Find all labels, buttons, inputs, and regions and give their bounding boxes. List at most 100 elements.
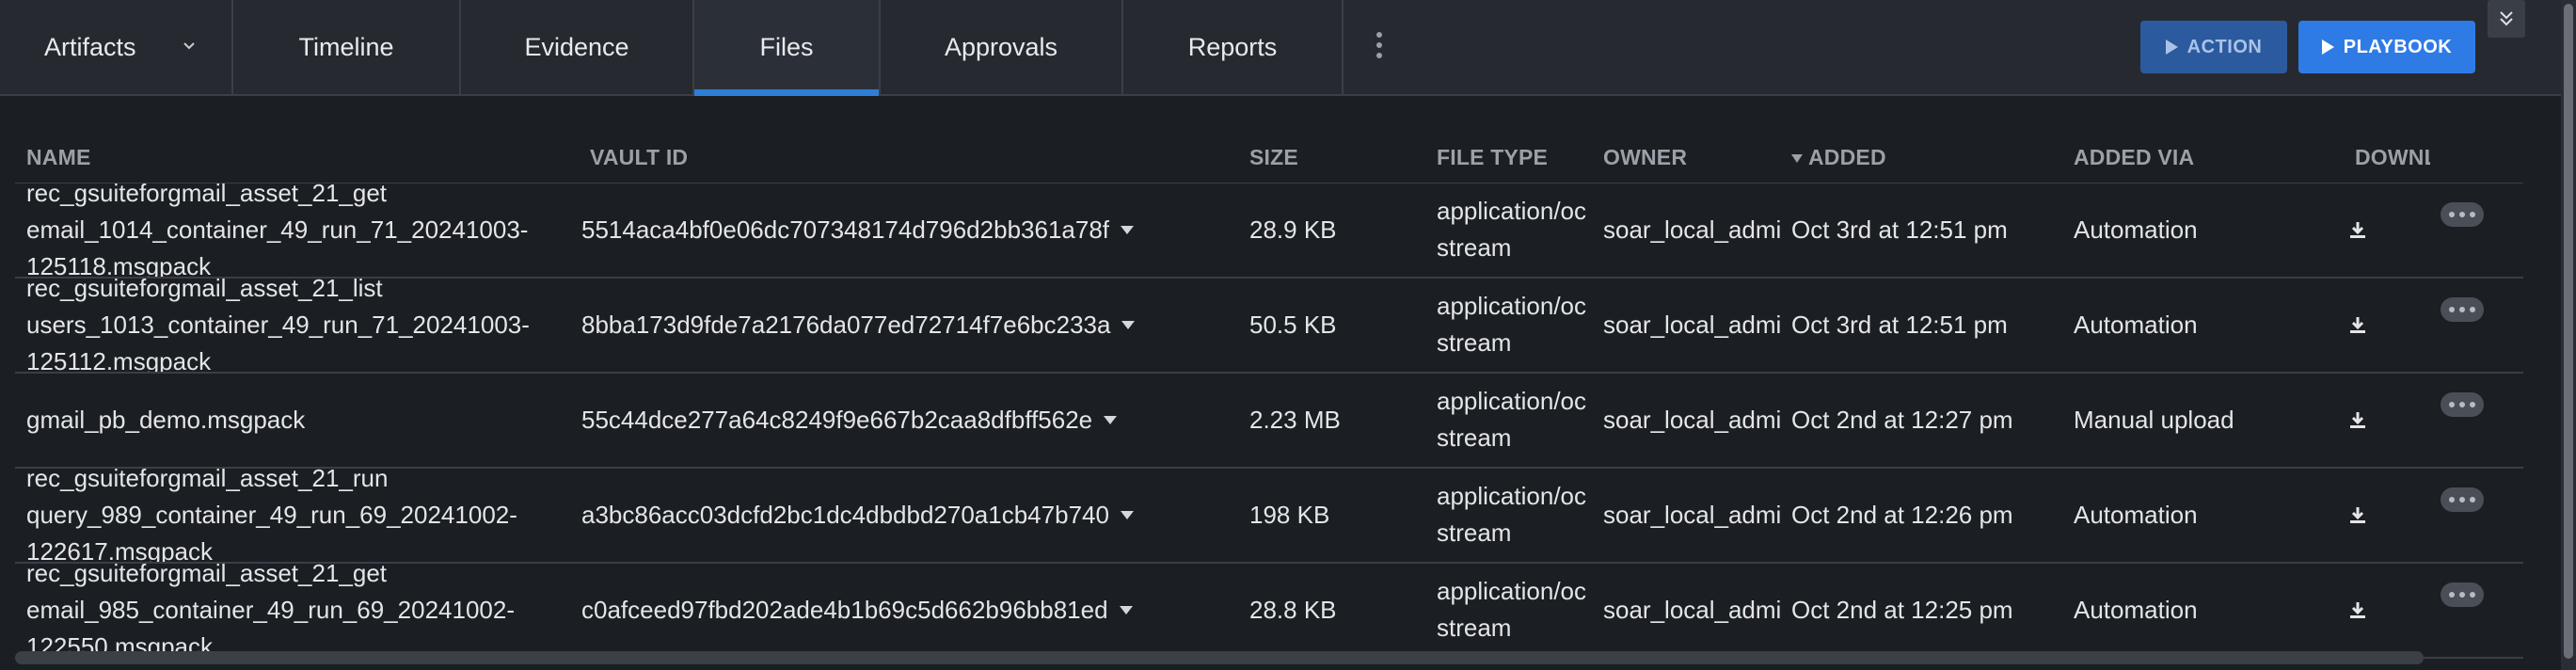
row-more-options-button[interactable] (2441, 297, 2484, 322)
caret-down-icon (1120, 511, 1134, 519)
file-added-date: Oct 3rd at 12:51 pm (1791, 215, 2008, 244)
tab-approvals-label: Approvals (944, 32, 1058, 61)
vault-id: a3bc86acc03dcfd2bc1dc4dbdbd270a1cb47b740 (581, 501, 1109, 529)
file-name-line: query_989_container_49_run_69_20241002- (26, 501, 517, 529)
row-more-options-button[interactable] (2441, 392, 2484, 417)
tab-evidence[interactable]: Evidence (461, 0, 694, 94)
sort-descending-icon (1791, 154, 1803, 164)
play-icon (2321, 40, 2334, 55)
table-row: rec_gsuiteforgmail_asset_21_list users_10… (15, 279, 2523, 374)
file-name-line: rec_gsuiteforgmail_asset_21_get (26, 564, 388, 587)
file-name-line: 125112.msgpack (26, 347, 212, 372)
file-owner: soar_local_admi (1603, 596, 1782, 624)
file-added-date: Oct 2nd at 12:25 pm (1791, 596, 2013, 624)
tab-approvals[interactable]: Approvals (881, 0, 1123, 94)
file-name-line: users_1013_container_49_run_71_20241003- (26, 311, 530, 339)
column-header-owner[interactable]: OWNER (1603, 145, 1687, 170)
table-row: rec_gsuiteforgmail_asset_21_get email_101… (15, 183, 2523, 279)
tab-evidence-label: Evidence (524, 32, 629, 61)
file-type-line: application/oc (1437, 197, 1586, 225)
files-table: NAME VAULT ID SIZE FILE TYPE OWNER ADDED… (15, 139, 2523, 659)
tab-reports[interactable]: Reports (1123, 0, 1344, 94)
file-added-date: Oct 2nd at 12:26 pm (1791, 501, 2013, 529)
file-type: application/oc stream (1437, 193, 1606, 266)
row-more-options-button[interactable] (2441, 582, 2484, 607)
file-owner: soar_local_admi (1603, 311, 1782, 339)
caret-down-icon (1121, 321, 1136, 329)
vault-id-dropdown[interactable]: 8bba173d9fde7a2176da077ed72714f7e6bc233a (581, 279, 1202, 372)
vault-id: c0afceed97fbd202ade4b1b69c5d662b96bb81ed (581, 596, 1108, 624)
file-type: application/oc stream (1437, 288, 1606, 361)
file-added-date: Oct 3rd at 12:51 pm (1791, 311, 2008, 339)
vault-id-dropdown[interactable]: c0afceed97fbd202ade4b1b69c5d662b96bb81ed (581, 564, 1202, 657)
file-size: 50.5 KB (1249, 311, 1337, 339)
vault-id-dropdown[interactable]: a3bc86acc03dcfd2bc1dc4dbdbd270a1cb47b740 (581, 469, 1202, 562)
file-type-line: stream (1437, 328, 1512, 357)
table-row: rec_gsuiteforgmail_asset_21_get email_985… (15, 564, 2523, 659)
file-size: 2.23 MB (1249, 406, 1341, 434)
download-icon[interactable] (2346, 314, 2369, 337)
file-added-date: Oct 2nd at 12:27 pm (1791, 406, 2013, 434)
file-size: 198 KB (1249, 501, 1330, 529)
tab-artifacts[interactable]: Artifacts (0, 0, 233, 94)
column-header-name[interactable]: NAME (26, 145, 91, 170)
column-header-vault-id[interactable]: VAULT ID (590, 145, 688, 170)
file-name[interactable]: rec_gsuiteforgmail_asset_21_list users_10… (26, 279, 553, 372)
file-name[interactable]: rec_gsuiteforgmail_asset_21_get email_101… (26, 183, 553, 277)
file-name-line: email_1014_container_49_run_71_20241003- (26, 215, 529, 244)
caret-down-icon (1119, 606, 1133, 614)
file-name-line: gmail_pb_demo.msgpack (26, 406, 306, 434)
row-more-options-button[interactable] (2441, 487, 2484, 512)
file-name-line: rec_gsuiteforgmail_asset_21_run (26, 469, 389, 492)
column-header-download[interactable]: DOWNL (2355, 145, 2430, 170)
download-icon[interactable] (2346, 219, 2369, 242)
file-name[interactable]: rec_gsuiteforgmail_asset_21_run query_989… (26, 469, 553, 562)
column-header-file-type[interactable]: FILE TYPE (1437, 145, 1548, 170)
file-added-via: Automation (2074, 501, 2198, 529)
download-icon[interactable] (2346, 599, 2369, 622)
download-icon[interactable] (2346, 409, 2369, 432)
file-owner: soar_local_admi (1603, 406, 1782, 434)
tab-files[interactable]: Files (694, 0, 881, 96)
file-added-via: Automation (2074, 215, 2198, 244)
file-type-line: stream (1437, 518, 1512, 547)
vault-id-dropdown[interactable]: 5514aca4bf0e06dc707348174d796d2bb361a78f (581, 183, 1202, 277)
tab-timeline[interactable]: Timeline (233, 0, 461, 94)
file-type-line: application/oc (1437, 577, 1586, 605)
file-name-line: rec_gsuiteforgmail_asset_21_list (26, 279, 383, 302)
collapse-button[interactable] (2488, 0, 2525, 38)
tab-reports-label: Reports (1187, 32, 1278, 61)
horizontal-scrollbar[interactable] (15, 651, 2424, 664)
action-button[interactable]: ACTION (2140, 21, 2287, 73)
more-tabs-icon[interactable] (1374, 32, 1385, 60)
vertical-scrollbar-thumb[interactable] (2564, 4, 2573, 659)
file-name[interactable]: rec_gsuiteforgmail_asset_21_get email_985… (26, 564, 553, 657)
file-type-line: stream (1437, 233, 1512, 262)
tab-files-label: Files (759, 32, 814, 61)
row-more-options-button[interactable] (2441, 202, 2484, 227)
column-header-added-via[interactable]: ADDED VIA (2074, 145, 2194, 170)
table-body: rec_gsuiteforgmail_asset_21_get email_101… (15, 183, 2523, 659)
file-name-line: 125118.msgpack (26, 252, 212, 277)
file-type-line: stream (1437, 614, 1512, 642)
file-added-via: Manual upload (2074, 406, 2234, 434)
column-header-size[interactable]: SIZE (1249, 145, 1298, 170)
download-icon[interactable] (2346, 504, 2369, 527)
chevron-down-icon[interactable] (183, 40, 196, 53)
file-name-line: 122617.msgpack (26, 537, 214, 562)
file-owner: soar_local_admi (1603, 215, 1782, 244)
table-header: NAME VAULT ID SIZE FILE TYPE OWNER ADDED… (15, 139, 2523, 183)
playbook-button[interactable]: PLAYBOOK (2298, 21, 2475, 73)
vertical-scrollbar[interactable] (2561, 0, 2576, 670)
tab-artifacts-label: Artifacts (44, 32, 136, 61)
column-header-added[interactable]: ADDED (1791, 145, 1886, 170)
tab-timeline-label: Timeline (298, 32, 394, 61)
column-header-added-label: ADDED (1808, 145, 1886, 169)
file-name[interactable]: gmail_pb_demo.msgpack (26, 374, 553, 467)
file-type: application/oc stream (1437, 573, 1606, 646)
vault-id-dropdown[interactable]: 55c44dce277a64c8249f9e667b2caa8dfbff562e (581, 374, 1202, 467)
table-row: gmail_pb_demo.msgpack 55c44dce277a64c824… (15, 374, 2523, 469)
file-type: application/oc stream (1437, 383, 1606, 456)
play-icon (2165, 40, 2178, 55)
file-type-line: application/oc (1437, 292, 1586, 320)
